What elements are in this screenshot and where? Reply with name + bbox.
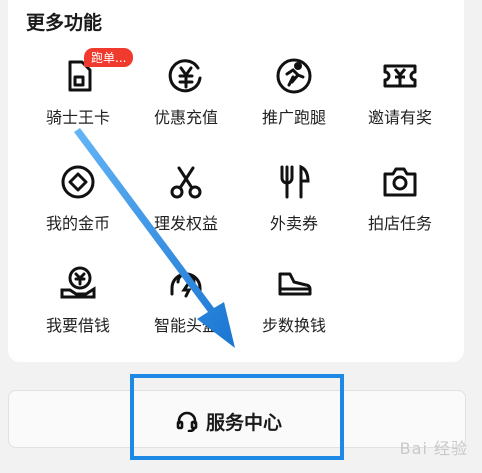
- tile-label: 智能头盔: [153, 316, 218, 335]
- tile-smart-helmet[interactable]: 智能头盔: [132, 264, 240, 354]
- highlight-box: [130, 374, 344, 460]
- tile-label: 步数换钱: [261, 316, 326, 335]
- coupon-ticket-icon: [380, 56, 420, 96]
- tile-label: 拍店任务: [367, 214, 432, 233]
- tile-label: 我的金币: [45, 214, 110, 233]
- watermark: Bai 经验: [399, 439, 468, 458]
- tile-takeout-coupon[interactable]: 外卖券: [240, 162, 348, 252]
- sneaker-icon: [274, 264, 314, 304]
- hand-money-icon: [58, 264, 98, 304]
- tile-steps-for-money[interactable]: 步数换钱: [240, 264, 348, 354]
- tile-label: 优惠充值: [153, 108, 218, 127]
- tile-shop-photo-task[interactable]: 拍店任务: [346, 162, 454, 252]
- rider-card-badge: 跑单...: [84, 48, 134, 67]
- tile-label: 邀请有奖: [367, 108, 432, 127]
- tile-my-gold-coins[interactable]: 我的金币: [24, 162, 132, 252]
- tile-label: 骑士王卡: [45, 108, 110, 127]
- helmet-icon: [166, 264, 206, 304]
- tile-label: 理发权益: [153, 214, 218, 233]
- section-title: 更多功能: [26, 12, 103, 34]
- runner-icon: [274, 56, 314, 96]
- tile-haircut-benefit[interactable]: 理发权益: [132, 162, 240, 252]
- tile-label: 推广跑腿: [261, 108, 326, 127]
- tile-label: 我要借钱: [45, 316, 110, 335]
- scissors-icon: [166, 162, 206, 202]
- tile-borrow-money[interactable]: 我要借钱: [24, 264, 132, 354]
- tile-promote-errand[interactable]: 推广跑腿: [240, 56, 348, 146]
- fork-knife-icon: [274, 162, 314, 202]
- tile-rider-king-card[interactable]: 跑单... 骑士王卡: [24, 48, 134, 146]
- tile-discount-recharge[interactable]: 优惠充值: [132, 56, 240, 146]
- camera-icon: [380, 162, 420, 202]
- tile-label: 外卖券: [269, 214, 318, 233]
- tile-invite-reward[interactable]: 邀请有奖: [346, 56, 454, 146]
- yuan-coin-icon: [166, 56, 206, 96]
- gold-coin-icon: [58, 162, 98, 202]
